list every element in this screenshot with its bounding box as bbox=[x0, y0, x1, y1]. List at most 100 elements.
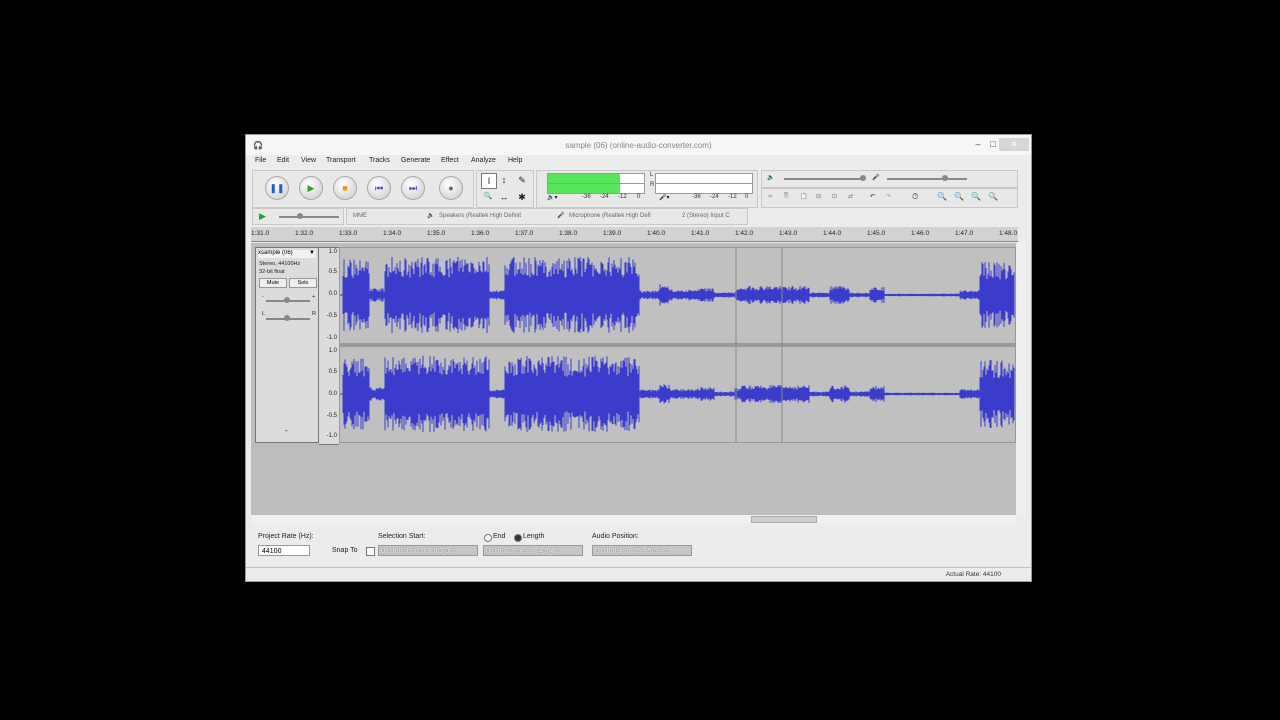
end-radio[interactable] bbox=[484, 534, 492, 542]
playback-meter-right-fill bbox=[548, 184, 620, 193]
track-control-panel: xsample (06) ▼ Stereo, 44100Hz 32-bit fl… bbox=[255, 247, 319, 443]
menu-effect[interactable]: Effect bbox=[441, 157, 459, 164]
zoom-out-icon[interactable]: 🔍 bbox=[954, 192, 964, 201]
play-at-speed-icon[interactable]: ▶ bbox=[259, 211, 266, 222]
fit-selection-icon[interactable]: 🔍 bbox=[971, 192, 981, 201]
scale-top-neg0.5: -0.5 bbox=[326, 313, 337, 319]
vertical-scrollbar[interactable] bbox=[1017, 243, 1026, 515]
trim-icon[interactable]: ⊟ bbox=[816, 193, 821, 200]
close-button[interactable]: ✕ bbox=[999, 138, 1029, 151]
menu-file[interactable]: File bbox=[255, 157, 266, 164]
paste-icon[interactable]: 📋 bbox=[800, 193, 807, 200]
ruler-tick-label: 1:38.0 bbox=[559, 230, 578, 237]
input-volume-slider[interactable] bbox=[887, 178, 967, 180]
scroll-thumb[interactable] bbox=[751, 516, 817, 523]
zoom-tool-icon[interactable]: 🔍 bbox=[481, 190, 495, 204]
scale-bot-1.0: 1.0 bbox=[328, 348, 337, 354]
fit-project-icon[interactable]: 🔍 bbox=[988, 192, 998, 201]
zoom-in-icon[interactable]: 🔍 bbox=[937, 192, 947, 201]
menu-edit[interactable]: Edit bbox=[277, 157, 289, 164]
microphone-icon[interactable]: 🎤▾ bbox=[659, 194, 669, 201]
solo-button[interactable]: Solo bbox=[289, 278, 317, 288]
track-area[interactable]: xsample (06) ▼ Stereo, 44100Hz 32-bit fl… bbox=[251, 243, 1016, 515]
selection-toolbar: Project Rate (Hz): 44100 Snap To Selecti… bbox=[246, 525, 1031, 567]
project-rate-label: Project Rate (Hz): bbox=[258, 533, 314, 540]
ruler-tick-label: 1:45.0 bbox=[867, 230, 886, 237]
speaker-icon[interactable]: 🔈▾ bbox=[547, 194, 557, 201]
scale-bot-0.0: 0.0 bbox=[328, 391, 337, 397]
horizontal-scrollbar[interactable] bbox=[251, 515, 1016, 524]
track-name[interactable]: sample (06) bbox=[261, 250, 293, 256]
pan-left-label: L bbox=[262, 311, 266, 317]
menu-help[interactable]: Help bbox=[508, 157, 522, 164]
stop-button[interactable]: ■ bbox=[333, 176, 357, 200]
collapse-track-icon[interactable]: ⌃ bbox=[284, 430, 289, 436]
input-volume-knob[interactable] bbox=[942, 175, 948, 181]
time-shift-tool-icon[interactable]: ↔ bbox=[497, 190, 511, 204]
output-volume-slider[interactable] bbox=[784, 178, 864, 180]
menu-analyze[interactable]: Analyze bbox=[471, 157, 496, 164]
track-info-format: 32-bit float bbox=[259, 269, 285, 275]
input-channels-select[interactable]: 2 (Stereo) Input C bbox=[682, 213, 730, 219]
output-volume-knob[interactable] bbox=[860, 175, 866, 181]
selection-start-field[interactable]: 0 0 h 0 0 m 0 0 . 0 0 0 s bbox=[378, 545, 478, 556]
meter-toolbar: L R 🔈▾ -36 -24 -12 0 🎤▾ -36 -24 -12 0 bbox=[536, 170, 758, 208]
ruler-tick-label: 1:34.0 bbox=[383, 230, 402, 237]
play-speed-knob[interactable] bbox=[297, 213, 303, 219]
scale-bot-neg0.5: -0.5 bbox=[326, 413, 337, 419]
audio-position-field[interactable]: 0 0 h 0 1 m 2 5 . 5 6 8 s bbox=[592, 545, 692, 556]
record-left-label: L bbox=[650, 172, 654, 178]
silence-icon[interactable]: ⊡ bbox=[832, 193, 837, 200]
scale-bot-0.5: 0.5 bbox=[328, 369, 337, 375]
length-radio[interactable] bbox=[514, 534, 522, 542]
pan-knob[interactable] bbox=[284, 315, 290, 321]
transport-toolbar: ❚❚ ▶ ■ ⏮ ⏭ ● bbox=[252, 170, 474, 208]
input-device-select[interactable]: Microphone (Realtek High Defi bbox=[569, 213, 651, 219]
pause-button[interactable]: ❚❚ bbox=[265, 176, 289, 200]
draw-tool-icon[interactable]: ✎ bbox=[515, 173, 529, 187]
project-rate-select[interactable]: 44100 bbox=[258, 545, 310, 556]
gain-plus-label: + bbox=[312, 294, 316, 300]
menu-tracks[interactable]: Tracks bbox=[369, 157, 390, 164]
play-button[interactable]: ▶ bbox=[299, 176, 323, 200]
redo-icon[interactable]: ↷ bbox=[886, 193, 891, 200]
output-device-select[interactable]: Speakers (Realtek High Definit bbox=[439, 213, 521, 219]
scale-top-neg1.0: -1.0 bbox=[326, 335, 337, 341]
skip-to-end-button[interactable]: ⏭ bbox=[401, 176, 425, 200]
track-menu-arrow-icon[interactable]: ▼ bbox=[309, 250, 315, 256]
menu-view[interactable]: View bbox=[301, 157, 316, 164]
cut-icon[interactable]: ✂ bbox=[768, 193, 773, 200]
envelope-tool-icon[interactable]: ↕ bbox=[497, 173, 511, 187]
menu-transport[interactable]: Transport bbox=[326, 157, 356, 164]
undo-icon[interactable]: ↶ bbox=[870, 193, 875, 200]
record-meter-right[interactable] bbox=[655, 183, 753, 194]
ruler-tick-label: 1:36.0 bbox=[471, 230, 490, 237]
copy-icon[interactable]: ⎘ bbox=[784, 193, 789, 200]
status-bar: Actual Rate: 44100 bbox=[246, 567, 1031, 582]
menu-generate[interactable]: Generate bbox=[401, 157, 430, 164]
waveform-svg[interactable] bbox=[339, 248, 1015, 442]
playback-meter-right[interactable] bbox=[547, 183, 645, 194]
snap-to-label: Snap To bbox=[332, 547, 358, 554]
play-speed-slider[interactable] bbox=[279, 216, 339, 218]
multi-tool-icon[interactable]: ✱ bbox=[515, 190, 529, 204]
gain-knob[interactable] bbox=[284, 297, 290, 303]
skip-to-start-button[interactable]: ⏮ bbox=[367, 176, 391, 200]
amplitude-ruler: 1.0 0.5 0.0 -0.5 -1.0 1.0 0.5 0.0 -0.5 -… bbox=[319, 247, 339, 445]
snap-to-checkbox[interactable] bbox=[366, 547, 375, 556]
play-at-speed-toolbar: ▶ bbox=[252, 208, 344, 225]
title-bar[interactable]: 🎧 sample (06) (online-audio-converter.co… bbox=[246, 135, 1031, 155]
length-field[interactable]: 0 0 h 0 2 m 3 0 . 4 0 4 s bbox=[483, 545, 583, 556]
timer-icon[interactable]: ⏱ bbox=[912, 192, 918, 202]
audacity-window: 🎧 sample (06) (online-audio-converter.co… bbox=[245, 134, 1032, 582]
sync-lock-icon[interactable]: ⇄ bbox=[848, 193, 853, 200]
ruler-tick-label: 1:33.0 bbox=[339, 230, 358, 237]
audio-host-select[interactable]: MME bbox=[353, 213, 367, 219]
mute-button[interactable]: Mute bbox=[259, 278, 287, 288]
timeline-ruler[interactable]: 1:31.0 1:32.0 1:33.0 1:34.0 1:35.0 1:36.0 1:37… bbox=[251, 227, 1018, 242]
track-name-menu[interactable]: xsample (06) ▼ bbox=[258, 250, 316, 258]
record-button[interactable]: ● bbox=[439, 176, 463, 200]
selection-tool-icon[interactable]: I bbox=[481, 173, 497, 189]
pan-right-label: R bbox=[312, 311, 316, 317]
waveform-display[interactable] bbox=[339, 247, 1016, 443]
